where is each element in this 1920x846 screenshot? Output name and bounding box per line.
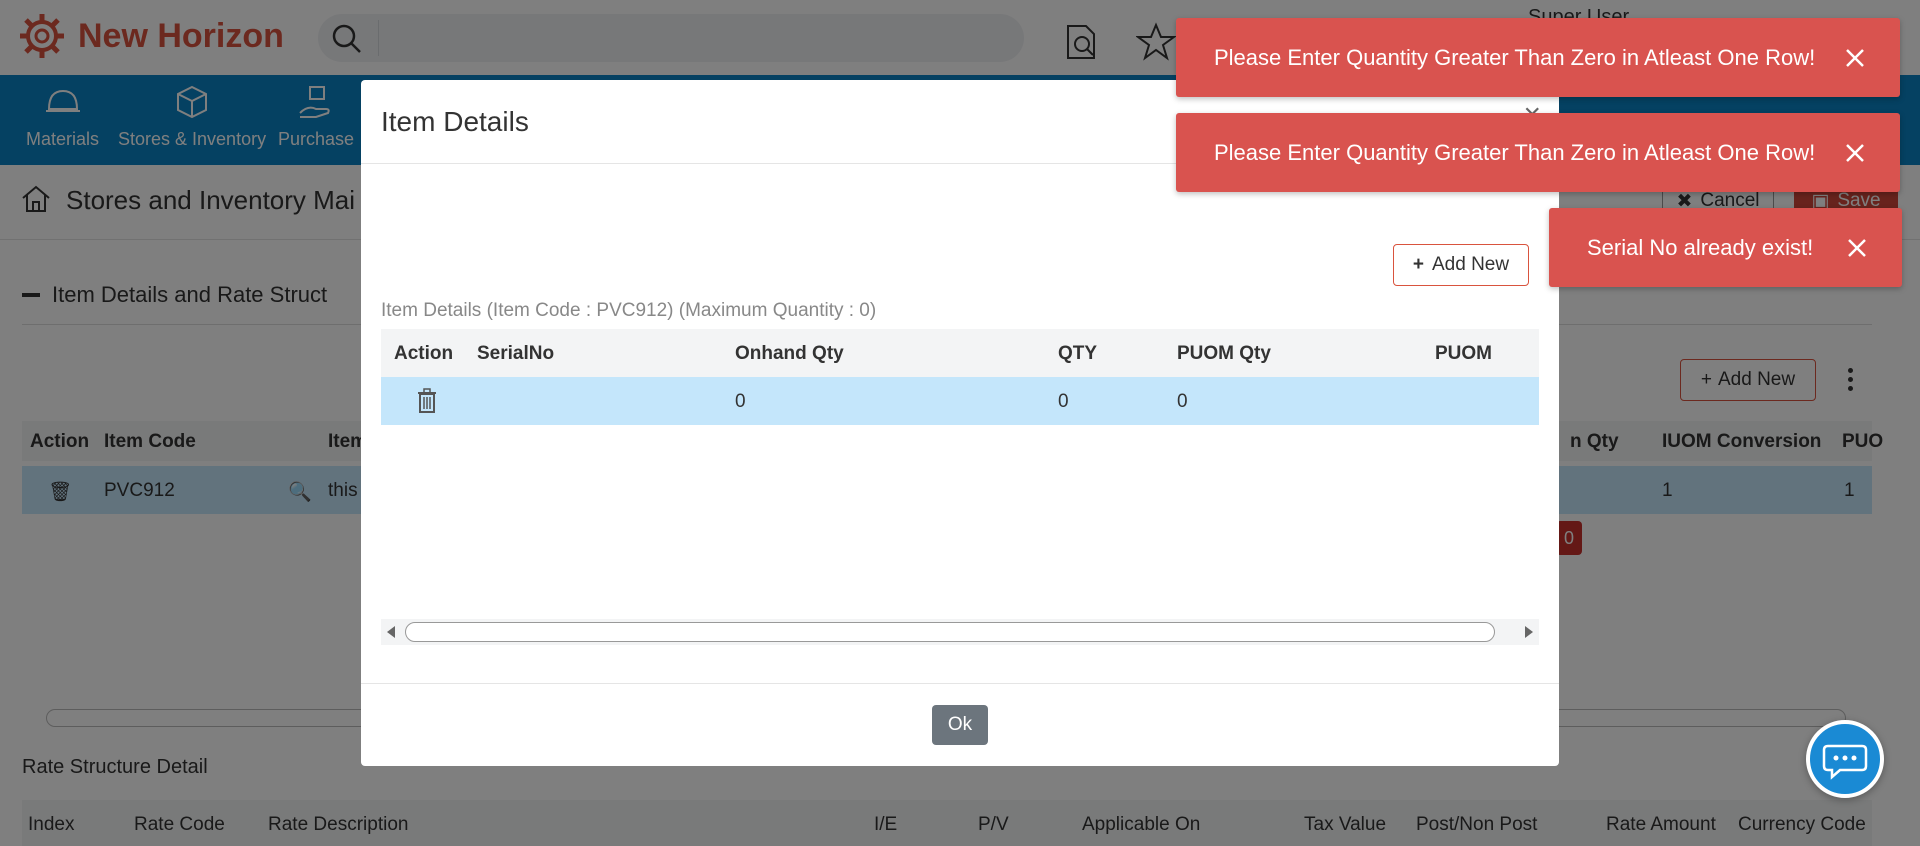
scrollbar-thumb[interactable] — [405, 622, 1495, 642]
ok-button[interactable]: Ok — [932, 705, 988, 745]
toast-message: Please Enter Quantity Greater Than Zero … — [1214, 139, 1816, 165]
column-header-onhand-qty: Onhand Qty — [735, 343, 844, 364]
column-header-action: Action — [394, 343, 454, 364]
qty-cell[interactable]: 0 — [1058, 391, 1069, 413]
close-icon[interactable] — [1844, 47, 1866, 69]
error-toast: Please Enter Quantity Greater Than Zero … — [1176, 113, 1900, 192]
column-header-serialno: SerialNo — [477, 343, 555, 364]
close-icon[interactable] — [1844, 142, 1866, 164]
scroll-left-arrow-icon[interactable] — [387, 626, 395, 638]
column-header-qty: QTY — [1058, 343, 1098, 364]
table-row[interactable]: 0 0 0 — [381, 377, 1539, 425]
grid-horizontal-scrollbar[interactable] — [381, 619, 1539, 645]
serial-grid: Action SerialNo Onhand Qty QTY PUOM Qty … — [381, 329, 1539, 425]
toast-message: Serial No already exist! — [1587, 234, 1814, 260]
column-header-puom-qty: PUOM Qty — [1177, 343, 1271, 364]
toast-message: Please Enter Quantity Greater Than Zero … — [1214, 44, 1816, 70]
error-toast: Serial No already exist! — [1549, 208, 1902, 287]
puom-qty-cell: 0 — [1177, 391, 1188, 412]
chat-button[interactable] — [1806, 720, 1884, 798]
grid-caption: Item Details (Item Code : PVC912) (Maxim… — [381, 300, 877, 321]
error-toast: Please Enter Quantity Greater Than Zero … — [1176, 18, 1900, 97]
modal-footer-divider — [361, 683, 1559, 684]
plus-icon: + — [1412, 254, 1424, 275]
add-new-serial-button[interactable]: + Add New — [1393, 244, 1529, 286]
onhand-qty-cell: 0 — [735, 391, 746, 412]
close-icon[interactable] — [1846, 237, 1868, 259]
chat-bubble-icon — [1822, 744, 1868, 780]
column-header-puom: PUOM — [1435, 343, 1492, 364]
trash-icon[interactable] — [415, 387, 439, 415]
grid-header: Action SerialNo Onhand Qty QTY PUOM Qty … — [381, 329, 1539, 377]
add-new-label: Add New — [1432, 254, 1510, 275]
modal-title: Item Details — [381, 106, 529, 137]
scroll-right-arrow-icon[interactable] — [1525, 626, 1533, 638]
